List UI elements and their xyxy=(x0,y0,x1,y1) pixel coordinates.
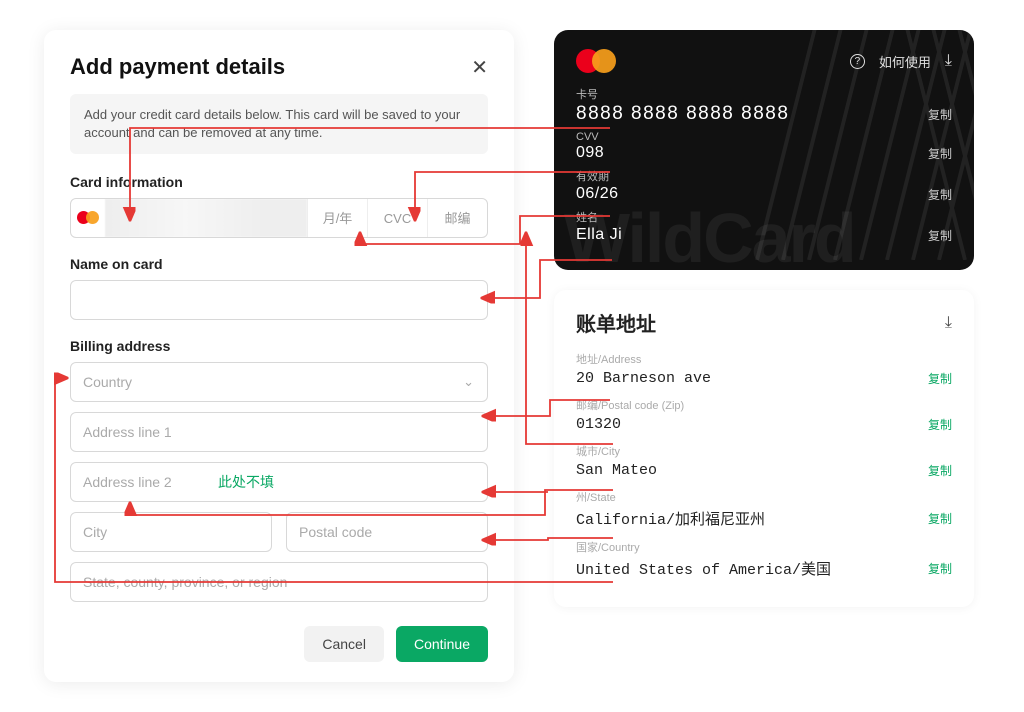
copy-expiry[interactable]: 复制 xyxy=(928,186,952,203)
virtual-card: ? 如何使用 ⤓ 卡号 8888 8888 8888 8888 复制 CVV 0… xyxy=(554,30,974,270)
expiry-label: 有效期 xyxy=(576,168,952,184)
cancel-button[interactable]: Cancel xyxy=(304,626,384,662)
address2-input[interactable] xyxy=(70,462,488,502)
chevron-down-icon: ⌄ xyxy=(463,374,474,390)
address1-input[interactable] xyxy=(70,412,488,452)
copy-postal[interactable]: 复制 xyxy=(928,416,952,433)
postal-input[interactable] xyxy=(286,512,488,552)
state-label: 州/State xyxy=(576,489,952,505)
name-input[interactable] xyxy=(70,280,488,320)
billing-label: Billing address xyxy=(70,338,488,354)
address2-hint: 此处不填 xyxy=(218,472,274,492)
card-zip-input[interactable]: 邮编 xyxy=(427,199,487,237)
mastercard-icon xyxy=(576,48,616,74)
info-text: Add your credit card details below. This… xyxy=(70,94,488,154)
country-label: 国家/Country xyxy=(576,539,952,555)
payment-modal: Add payment details ✕ Add your credit ca… xyxy=(44,30,514,682)
state-value: California/加利福尼亚州 xyxy=(576,508,765,529)
city-input[interactable] xyxy=(70,512,272,552)
billing-address-panel: 账单地址 ⤓ 地址/Address 20 Barneson ave 复制 邮编/… xyxy=(554,290,974,607)
modal-title: Add payment details xyxy=(70,54,285,80)
cardholder-value: Ella Ji xyxy=(576,226,622,244)
address-value: 20 Barneson ave xyxy=(576,370,711,387)
name-label: Name on card xyxy=(70,256,488,272)
help-icon[interactable]: ? xyxy=(850,54,865,69)
copy-cvv[interactable]: 复制 xyxy=(928,145,952,162)
how-to-link[interactable]: 如何使用 xyxy=(879,52,931,71)
state-input[interactable] xyxy=(70,562,488,602)
card-brand-icon xyxy=(71,211,105,225)
card-input-row: 月/年 CVC 邮编 xyxy=(70,198,488,238)
card-number-label: 卡号 xyxy=(576,86,952,102)
copy-number[interactable]: 复制 xyxy=(928,106,952,123)
address-label: 地址/Address xyxy=(576,351,952,367)
city-value: San Mateo xyxy=(576,462,657,479)
country-select[interactable] xyxy=(70,362,488,402)
download-address-icon[interactable]: ⤓ xyxy=(945,314,952,332)
city-label: 城市/City xyxy=(576,443,952,459)
copy-address[interactable]: 复制 xyxy=(928,370,952,387)
expiry-value: 06/26 xyxy=(576,185,619,203)
close-icon[interactable]: ✕ xyxy=(471,55,488,80)
postal-value: 01320 xyxy=(576,416,621,433)
copy-name[interactable]: 复制 xyxy=(928,227,952,244)
card-expiry-input[interactable]: 月/年 xyxy=(307,199,367,237)
download-icon[interactable]: ⤓ xyxy=(945,52,952,70)
billing-title: 账单地址 xyxy=(576,308,656,337)
cvv-label: CVV xyxy=(576,131,952,143)
country-value: United States of America/美国 xyxy=(576,558,831,579)
cvv-value: 098 xyxy=(576,144,604,162)
card-info-label: Card information xyxy=(70,174,488,190)
card-number-value: 8888 8888 8888 8888 xyxy=(576,103,789,125)
copy-country[interactable]: 复制 xyxy=(928,560,952,577)
continue-button[interactable]: Continue xyxy=(396,626,488,662)
card-cvc-input[interactable]: CVC xyxy=(367,199,427,237)
copy-city[interactable]: 复制 xyxy=(928,462,952,479)
cardholder-label: 姓名 xyxy=(576,209,952,225)
postal-label: 邮编/Postal code (Zip) xyxy=(576,397,952,413)
copy-state[interactable]: 复制 xyxy=(928,510,952,527)
card-number-input[interactable] xyxy=(105,199,307,237)
